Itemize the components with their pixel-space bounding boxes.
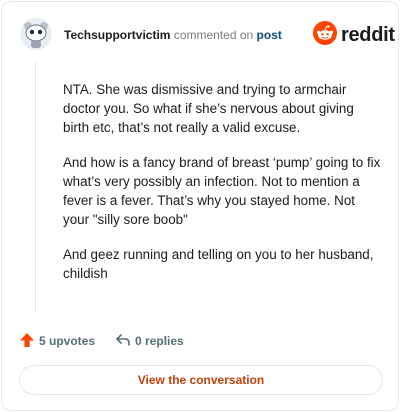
comment-paragraph: And geez running and telling on you to h… (63, 247, 374, 281)
upvotes-count: 5 upvotes (39, 334, 96, 348)
comment-paragraph: And how is a fancy brand of breast ‘pump… (63, 155, 381, 227)
username-link[interactable]: Techsupportvictim (64, 28, 170, 42)
comment-card: Techsupportvictim commented on post redd… (1, 1, 399, 411)
snoo-avatar-icon[interactable] (19, 17, 53, 51)
comment-paragraph: NTA. She was dismissive and trying to ar… (63, 82, 354, 135)
comment-meta: 5 upvotes 0 replies (19, 332, 184, 350)
comment-body: NTA. She was dismissive and trying to ar… (63, 80, 381, 299)
view-conversation-button[interactable]: View the conversation (19, 365, 383, 395)
thread-line (35, 62, 36, 312)
replies-count: 0 replies (135, 334, 184, 348)
post-link[interactable]: post (257, 28, 282, 42)
reddit-logo-icon (313, 20, 337, 50)
reply-arrow-icon[interactable] (115, 332, 131, 351)
reddit-brand[interactable]: reddit (313, 20, 395, 50)
comment-header: Techsupportvictim commented on post (64, 27, 282, 43)
reddit-wordmark: reddit (341, 23, 395, 46)
upvote-arrow-icon[interactable] (19, 332, 35, 351)
action-text: commented on (173, 28, 254, 42)
upvotes-group[interactable]: 5 upvotes (19, 332, 95, 351)
replies-group[interactable]: 0 replies (115, 332, 184, 351)
